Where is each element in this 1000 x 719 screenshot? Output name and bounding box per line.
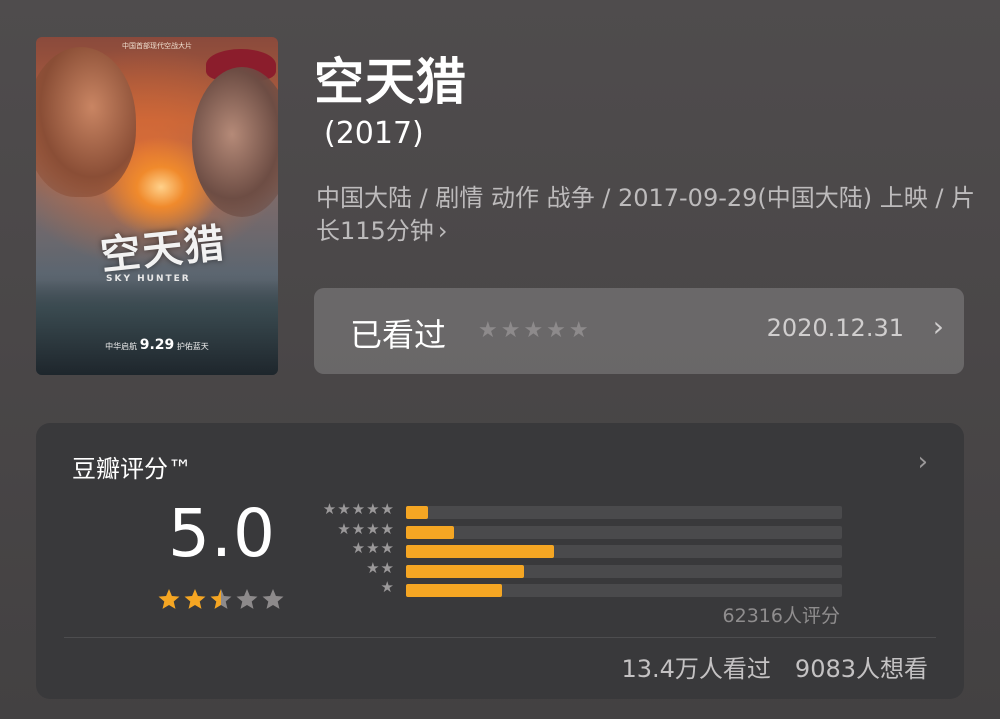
poster-title-en: SKY HUNTER xyxy=(106,274,191,284)
distribution-stars: ★★ xyxy=(366,558,395,577)
movie-year: (2017) xyxy=(324,116,424,151)
watched-count: 13.4万人看过 xyxy=(621,655,771,683)
star-icon xyxy=(158,589,180,609)
poster-release: 中华启航 9.29 护佑蓝天 xyxy=(36,337,278,353)
distribution-track xyxy=(406,545,842,558)
poster-release-prefix: 中华启航 xyxy=(105,342,138,351)
poster-title-art: 空天猎 xyxy=(98,219,229,280)
movie-title: 空天猎 xyxy=(314,53,467,111)
distribution-stars: ★★★★★ xyxy=(322,500,395,518)
distribution-row: ★★★★★ xyxy=(306,500,846,521)
poster-figure-right xyxy=(192,67,278,217)
distribution-fill xyxy=(406,545,555,558)
poster-top-text: 中国首部现代空战大片 xyxy=(122,42,192,50)
audience-stats: 13.4万人看过 9083人想看 xyxy=(621,649,928,684)
poster-release-date: 9.29 xyxy=(139,337,175,353)
star-icon xyxy=(210,589,232,609)
movie-meta-text: 中国大陆 / 剧情 动作 战争 / 2017-09-29(中国大陆) 上映 / … xyxy=(316,184,976,245)
rating-score: 5.0 xyxy=(168,495,276,572)
distribution-fill xyxy=(406,584,502,597)
movie-meta[interactable]: 中国大陆 / 剧情 动作 战争 / 2017-09-29(中国大陆) 上映 / … xyxy=(316,182,976,248)
poster-release-suffix: 护佑蓝天 xyxy=(176,342,209,351)
movie-poster[interactable]: 中国首部现代空战大片 空天猎 SKY HUNTER 中华启航 9.29 护佑蓝天 xyxy=(36,37,278,375)
distribution-row: ★★★ xyxy=(306,539,846,560)
watched-status-bar[interactable]: 已看过 ★★★★★ 2020.12.31 › xyxy=(314,288,964,374)
divider xyxy=(64,637,936,638)
star-icon xyxy=(262,589,284,609)
rating-header: 豆瓣评分™ xyxy=(72,455,192,483)
distribution-stars: ★★★★ xyxy=(337,519,395,538)
distribution-stars: ★★★ xyxy=(351,539,395,557)
star-icon xyxy=(236,589,258,609)
poster-figure-left xyxy=(36,47,136,197)
distribution-stars: ★ xyxy=(380,578,395,596)
watched-date: 2020.12.31 xyxy=(766,314,904,342)
distribution-fill xyxy=(406,564,524,578)
distribution-row: ★★★★ xyxy=(306,519,846,541)
distribution-track xyxy=(406,564,842,578)
chevron-right-icon: › xyxy=(932,310,944,343)
distribution-track xyxy=(406,584,842,597)
distribution-row: ★ xyxy=(306,578,846,599)
distribution-row: ★★ xyxy=(306,558,846,580)
chevron-right-icon[interactable]: › xyxy=(918,447,928,477)
rating-distribution: ★★★★★ ★★★★ ★★★ ★★ ★ xyxy=(306,500,846,603)
distribution-fill xyxy=(406,525,454,539)
my-rating-stars[interactable]: ★★★★★ xyxy=(478,318,592,343)
distribution-track xyxy=(406,506,842,519)
want-count: 9083人想看 xyxy=(794,655,928,683)
watched-label: 已看过 xyxy=(350,316,447,354)
distribution-fill xyxy=(406,506,428,519)
distribution-track xyxy=(406,525,842,539)
poster-crowd xyxy=(36,280,278,375)
chevron-right-icon: › xyxy=(437,217,448,245)
star-icon xyxy=(184,589,206,609)
douban-rating-card[interactable]: 豆瓣评分™ › 5.0 ★★★★★ ★★★★ ★★★ ★★ ★ 62316人评分 13.… xyxy=(36,423,964,699)
score-stars-icon xyxy=(158,589,284,609)
rating-count: 62316人评分 xyxy=(722,605,840,627)
